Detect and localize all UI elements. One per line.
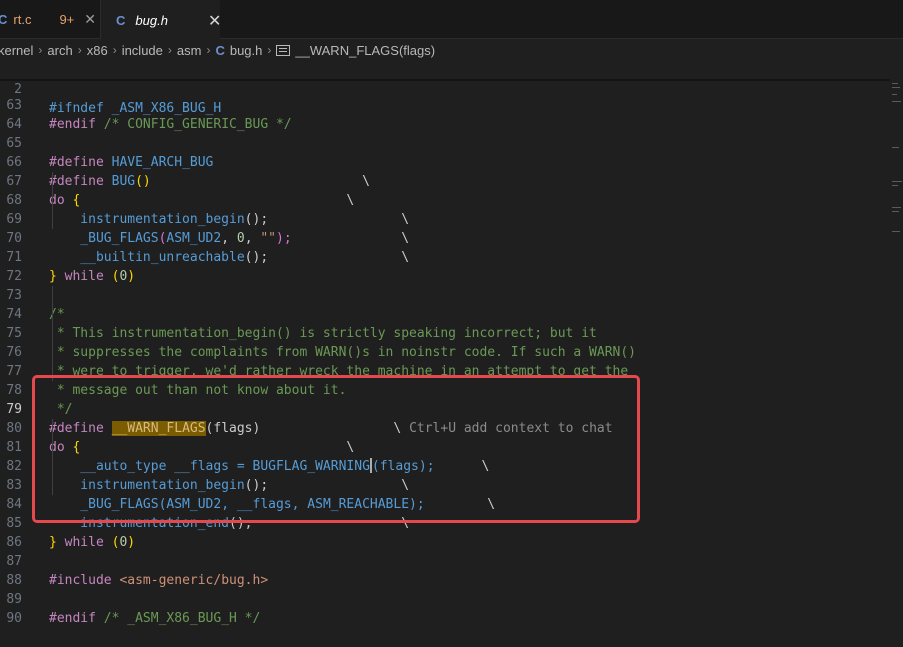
code-line[interactable]: 66 #define BUG() \ [0, 134, 890, 189]
tab-label: rt.c [13, 11, 32, 27]
code-line[interactable]: 90 [0, 590, 890, 626]
token: #endif [49, 611, 96, 626]
code-line[interactable]: 87 #include <asm-generic/bug.h> [0, 533, 890, 588]
minimap-line [892, 101, 901, 102]
token: /* _ASM_X86_BUG_H */ [95, 611, 261, 626]
minimap-line [892, 211, 899, 212]
indent-guide [52, 286, 53, 381]
chevron-right-icon: › [77, 43, 82, 57]
breadcrumb-item[interactable]: __WARN_FLAGS(flags) [295, 43, 435, 58]
code-line[interactable]: 89 #endif /* _ASM_X86_BUG_H */ [0, 571, 890, 626]
minimap-line [892, 185, 898, 186]
tab-label: bug.h [135, 13, 168, 28]
tab-bar: C rt.c 9+ ✕ C bug.h ✕ [0, 0, 903, 40]
tab-bug-h[interactable]: C bug.h ✕ [101, 0, 221, 40]
breadcrumb-item[interactable]: arch [47, 43, 72, 58]
code-text: #endif /* _ASM_X86_BUG_H */ [49, 609, 260, 628]
minimap-line [892, 94, 897, 95]
highlight-annotation-box [32, 375, 640, 523]
c-file-icon: C [116, 13, 126, 28]
breadcrumb: kernel › arch › x86 › include › asm › C … [0, 39, 903, 61]
code-line[interactable]: 76 * were to trigger, we'd rather wreck … [0, 324, 890, 379]
minimap-line [892, 83, 898, 84]
code-editor[interactable]: 2 #ifndef _ASM_X86_BUG_H 63 #endif /* CO… [0, 61, 890, 626]
minimap-line [892, 207, 901, 208]
code-line[interactable]: 71 } while (0) [0, 229, 890, 284]
breadcrumb-item[interactable]: kernel [0, 43, 33, 58]
chevron-right-icon: › [167, 43, 172, 57]
code-line[interactable]: 75 * suppresses the complaints from WARN… [0, 305, 890, 360]
c-file-icon: C [0, 11, 8, 27]
minimap-line [892, 231, 900, 232]
code-line[interactable]: 64 [0, 96, 890, 132]
code-line[interactable]: 68 instrumentation_begin(); \ [0, 172, 890, 227]
minimap-line [892, 181, 902, 182]
code-line[interactable]: 88 [0, 552, 890, 588]
close-icon[interactable]: ✕ [208, 11, 221, 31]
c-file-icon: C [215, 42, 225, 58]
symbol-icon [276, 44, 291, 56]
code-line[interactable]: 67 do { \ [0, 153, 890, 208]
chevron-right-icon: › [38, 43, 43, 57]
problem-count-badge: 9+ [59, 11, 75, 27]
breadcrumb-item[interactable]: asm [177, 43, 202, 58]
breadcrumb-item[interactable]: x86 [87, 43, 108, 58]
code-line[interactable]: 77 * message out than not know about it. [0, 343, 890, 398]
minimap[interactable] [890, 61, 903, 602]
tab-rt-c[interactable]: C rt.c 9+ ✕ [0, 0, 101, 38]
code-line[interactable]: 70 __builtin_unreachable(); \ [0, 210, 890, 265]
close-icon[interactable]: ✕ [84, 11, 96, 28]
code-line[interactable]: 69 _BUG_FLAGS(ASM_UD2, 0, ""); \ [0, 191, 890, 246]
indent-guide [52, 172, 53, 229]
line-number: 90 [6, 611, 22, 626]
chevron-right-icon: › [267, 43, 272, 57]
code-line[interactable]: 72 [0, 248, 890, 284]
minimap-line [892, 147, 899, 148]
breadcrumb-item[interactable]: bug.h [230, 43, 263, 58]
minimap-line [892, 87, 900, 88]
code-line[interactable]: 65 #define HAVE_ARCH_BUG [0, 115, 890, 170]
chevron-right-icon: › [112, 43, 117, 57]
code-line[interactable]: 73 /* [0, 267, 890, 322]
sticky-scroll-shadow [0, 79, 890, 81]
chevron-right-icon: › [206, 43, 211, 57]
breadcrumb-item[interactable]: include [122, 43, 163, 58]
code-line[interactable]: 74 * This instrumentation_begin() is str… [0, 286, 890, 341]
